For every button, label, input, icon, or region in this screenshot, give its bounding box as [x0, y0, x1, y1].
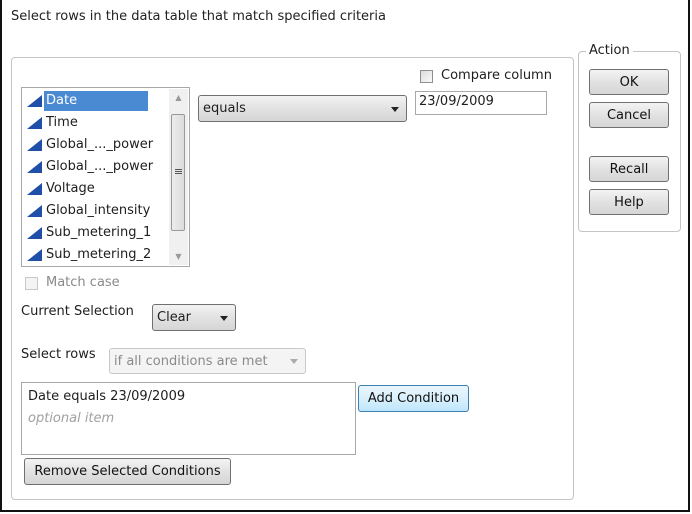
- compare-column-label: Compare column: [441, 68, 552, 83]
- cancel-button[interactable]: Cancel: [589, 102, 669, 128]
- column-name: Global_intensity: [46, 203, 151, 218]
- scrollbar-thumb[interactable]: [171, 114, 185, 231]
- chevron-down-icon: [391, 106, 399, 112]
- continuous-column-icon: [27, 139, 42, 151]
- continuous-column-icon: [27, 183, 42, 195]
- column-list-item[interactable]: Date: [25, 90, 148, 112]
- listbox-scrollbar[interactable]: ▲ ▼: [169, 89, 188, 265]
- ok-button[interactable]: OK: [589, 69, 669, 95]
- select-rows-dropdown[interactable]: if all conditions are met: [109, 348, 306, 374]
- conditions-placeholder: optional item: [28, 411, 115, 426]
- chevron-down-icon: [290, 359, 298, 364]
- grip-icon: [175, 169, 182, 170]
- column-list-item[interactable]: Global_intensity: [25, 200, 152, 222]
- chevron-down-icon: [220, 315, 228, 321]
- remove-selected-conditions-button[interactable]: Remove Selected Conditions: [24, 458, 231, 485]
- operator-value: equals: [203, 101, 246, 116]
- scroll-down-icon[interactable]: ▼: [169, 248, 188, 265]
- continuous-column-icon: [27, 161, 42, 173]
- continuous-column-icon: [27, 117, 42, 129]
- continuous-column-icon: [27, 205, 42, 217]
- select-rows-value: if all conditions are met: [114, 353, 268, 369]
- match-case-label: Match case: [46, 275, 120, 290]
- continuous-column-icon: [27, 227, 42, 239]
- action-legend: Action: [586, 43, 633, 58]
- help-button[interactable]: Help: [589, 189, 669, 215]
- value-input[interactable]: 23/09/2009: [415, 91, 547, 115]
- column-name: Time: [46, 115, 78, 130]
- match-case-checkbox[interactable]: [25, 277, 38, 290]
- add-condition-button[interactable]: Add Condition: [358, 385, 469, 412]
- current-selection-value: Clear: [157, 310, 191, 325]
- column-list-item[interactable]: Global_..._power: [25, 156, 155, 178]
- column-name: Sub_metering_1: [46, 225, 152, 240]
- column-name: Sub_metering_2: [46, 247, 152, 262]
- continuous-column-icon: [27, 95, 42, 107]
- recall-button[interactable]: Recall: [589, 156, 669, 182]
- select-rows-label: Select rows: [21, 347, 96, 362]
- current-selection-label: Current Selection: [21, 304, 134, 319]
- column-list-item[interactable]: Voltage: [25, 178, 97, 200]
- conditions-list[interactable]: Date equals 23/09/2009 optional item: [21, 382, 356, 455]
- column-name: Global_..._power: [46, 159, 154, 174]
- column-name: Global_..._power: [46, 137, 154, 152]
- operator-dropdown[interactable]: equals: [198, 95, 407, 122]
- condition-item[interactable]: Date equals 23/09/2009: [28, 389, 185, 404]
- column-name: Date: [44, 91, 148, 111]
- column-listbox[interactable]: Date Time Global_..._power Global_..._power…: [21, 87, 190, 267]
- dialog-title: Select rows in the data table that match…: [11, 9, 386, 24]
- scroll-up-icon[interactable]: ▲: [169, 89, 188, 106]
- continuous-column-icon: [27, 249, 42, 261]
- column-list-item[interactable]: Global_..._power: [25, 134, 155, 156]
- column-list-item[interactable]: Time: [25, 112, 80, 134]
- current-selection-dropdown[interactable]: Clear: [152, 304, 236, 331]
- column-list-item[interactable]: Sub_metering_1: [25, 222, 153, 244]
- column-name: Voltage: [46, 181, 95, 196]
- column-list-item[interactable]: Sub_metering_2: [25, 244, 153, 266]
- compare-column-checkbox[interactable]: [420, 70, 433, 83]
